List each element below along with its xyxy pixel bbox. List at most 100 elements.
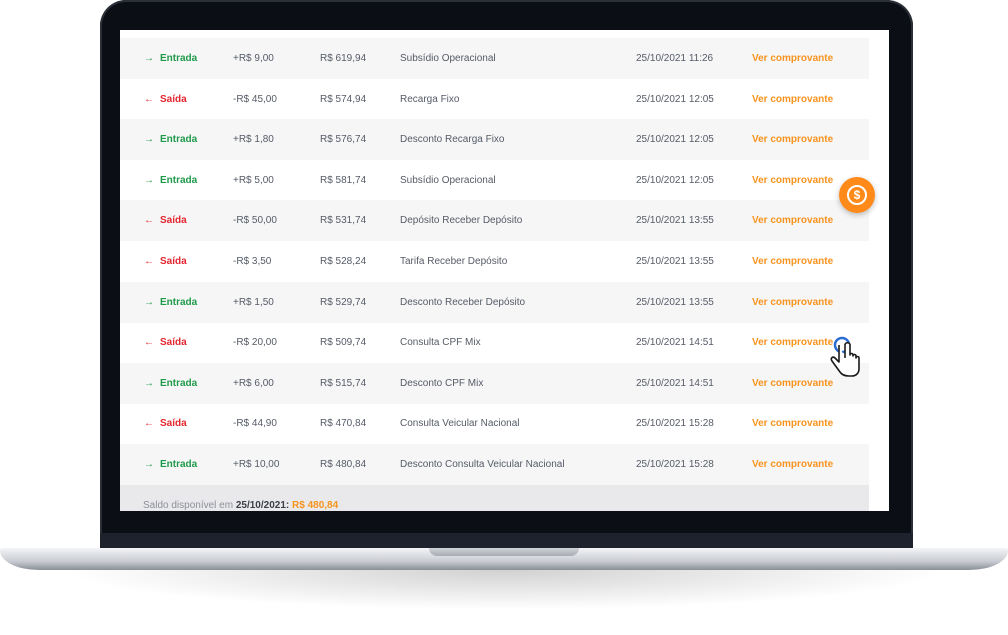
transaction-row: ← Saída -R$ 45,00 R$ 574,94 Recarga Fixo 25/1… [120, 79, 869, 120]
view-receipt-link[interactable]: Ver comprovante [752, 403, 833, 444]
transaction-description: Desconto Consulta Veicular Nacional [400, 459, 565, 470]
transaction-type: Entrada [160, 377, 198, 389]
transaction-value: +R$ 1,50 [233, 296, 274, 308]
transaction-description: Consulta Veicular Nacional [400, 418, 520, 430]
transaction-date: 25/10/2021 13:55 [636, 296, 714, 308]
transaction-value: +R$ 1,80 [233, 134, 274, 146]
transaction-row: → Entrada +R$ 1,80 R$ 576,74 Desconto Recarg… [120, 119, 869, 161]
transaction-type: Saída [160, 418, 187, 430]
transaction-date: 25/10/2021 14:51 [636, 337, 714, 349]
transaction-row: → Entrada +R$ 10,00 R$ 480,84 Desconto Consu… [120, 444, 869, 485]
transaction-value: +R$ 9,00 [233, 53, 274, 64]
transaction-balance: R$ 528,24 [320, 256, 367, 267]
transaction-date: 25/10/2021 12:05 [636, 174, 714, 186]
transaction-balance: R$ 531,74 [320, 215, 367, 227]
transaction-description: Tarifa Receber Depósito [400, 256, 508, 267]
balance-amount: R$ 480,84 [292, 500, 339, 511]
transaction-row: ← Saída -R$ 3,50 R$ 528,24 Tarifa Receber De… [120, 241, 869, 282]
transaction-type: Entrada [160, 459, 198, 470]
transaction-row: → Entrada +R$ 6,00 R$ 515,74 Desconto CPF Mi… [120, 362, 869, 404]
entry-type-label: → Entrada [144, 444, 197, 485]
transaction-value: -R$ 20,00 [233, 337, 277, 349]
transaction-row: ← Saída -R$ 50,00 R$ 531,74 Depósito Receber… [120, 200, 869, 242]
arrow-right-icon: → [144, 296, 154, 308]
view-receipt-link[interactable]: Ver comprovante [752, 282, 833, 323]
transaction-type: Saída [160, 256, 187, 267]
transaction-row: → Entrada +R$ 9,00 R$ 619,94 Subsídio Operac… [120, 38, 869, 79]
transaction-type: Saída [160, 337, 187, 349]
exit-type-label: ← Saída [144, 241, 187, 282]
transaction-balance: R$ 470,84 [320, 418, 367, 430]
arrow-right-icon: → [144, 174, 154, 186]
balance-label: Saldo disponível em [143, 500, 236, 511]
balance-footer: Saldo disponível em 25/10/2021: R$ 480,8… [120, 485, 869, 511]
view-receipt-link[interactable]: Ver comprovante [752, 444, 833, 485]
transaction-row: ← Saída -R$ 44,90 R$ 470,84 Consulta Veicula… [120, 403, 869, 444]
hand-pointer-icon [830, 336, 860, 377]
entry-type-label: → Entrada [144, 282, 197, 323]
transaction-description: Recarga Fixo [400, 93, 460, 105]
exit-type-label: ← Saída [144, 79, 187, 120]
transaction-type: Entrada [160, 53, 198, 64]
view-receipt-link[interactable]: Ver comprovante [752, 200, 833, 241]
transaction-date: 25/10/2021 13:55 [636, 256, 714, 267]
transaction-description: Subsídio Operacional [400, 174, 496, 186]
transaction-value: +R$ 5,00 [233, 174, 274, 186]
view-receipt-link[interactable]: Ver comprovante [752, 160, 833, 201]
transaction-description: Desconto Recarga Fixo [400, 134, 505, 146]
view-receipt-link[interactable]: Ver comprovante [752, 119, 833, 160]
view-receipt-link[interactable]: Ver comprovante [752, 38, 833, 79]
transaction-value: -R$ 44,90 [233, 418, 277, 430]
arrow-left-icon: ← [144, 215, 154, 227]
entry-type-label: → Entrada [144, 38, 197, 79]
arrow-right-icon: → [144, 377, 154, 389]
transaction-row: → Entrada +R$ 5,00 R$ 581,74 Subsídio Operac… [120, 160, 869, 201]
transaction-value: +R$ 10,00 [233, 459, 280, 470]
entry-type-label: → Entrada [144, 363, 197, 404]
transaction-type: Entrada [160, 296, 198, 308]
transaction-date: 25/10/2021 13:55 [636, 215, 714, 227]
transaction-value: -R$ 3,50 [233, 256, 272, 267]
arrow-left-icon: ← [144, 418, 154, 430]
transaction-balance: R$ 581,74 [320, 174, 367, 186]
arrow-right-icon: → [144, 459, 154, 470]
view-receipt-link[interactable]: Ver comprovante [752, 79, 833, 120]
transaction-type: Saída [160, 215, 187, 227]
transaction-row: ← Saída -R$ 20,00 R$ 509,74 Consulta CPF Mix… [120, 322, 869, 363]
view-receipt-link[interactable]: Ver comprovante [752, 363, 833, 404]
transaction-value: +R$ 6,00 [233, 377, 274, 389]
transaction-balance: R$ 515,74 [320, 377, 367, 389]
transaction-balance: R$ 480,84 [320, 459, 367, 470]
arrow-right-icon: → [144, 134, 154, 146]
entry-type-label: → Entrada [144, 160, 197, 201]
laptop-shadow [60, 570, 948, 610]
transaction-value: -R$ 45,00 [233, 93, 277, 105]
transaction-date: 25/10/2021 12:05 [636, 93, 714, 105]
exit-type-label: ← Saída [144, 200, 187, 241]
transaction-description: Desconto CPF Mix [400, 377, 484, 389]
transaction-balance: R$ 576,74 [320, 134, 367, 146]
dollar-fab-button[interactable]: $ [839, 177, 875, 213]
view-receipt-link[interactable]: Ver comprovante [752, 322, 833, 363]
transaction-type: Entrada [160, 174, 198, 186]
transaction-type: Saída [160, 93, 187, 105]
arrow-left-icon: ← [144, 256, 154, 267]
laptop-base-notch [429, 548, 579, 556]
transaction-type: Entrada [160, 134, 198, 146]
transaction-balance: R$ 509,74 [320, 337, 367, 349]
transaction-date: 25/10/2021 15:28 [636, 459, 714, 470]
laptop-screen: → Entrada +R$ 9,00 R$ 619,94 Subsídio Operac… [120, 30, 889, 511]
transaction-description: Consulta CPF Mix [400, 337, 481, 349]
transaction-date: 25/10/2021 14:51 [636, 377, 714, 389]
transaction-date: 25/10/2021 12:05 [636, 134, 714, 146]
transaction-balance: R$ 574,94 [320, 93, 367, 105]
transaction-description: Depósito Receber Depósito [400, 215, 523, 227]
transaction-description: Subsídio Operacional [400, 53, 496, 64]
transaction-date: 25/10/2021 11:26 [636, 53, 714, 64]
transaction-description: Desconto Receber Depósito [400, 296, 526, 308]
arrow-right-icon: → [144, 53, 154, 64]
view-receipt-link[interactable]: Ver comprovante [752, 241, 833, 282]
dollar-icon: $ [847, 185, 867, 205]
transaction-value: -R$ 50,00 [233, 215, 277, 227]
balance-text: Saldo disponível em 25/10/2021: R$ 480,8… [143, 500, 338, 511]
